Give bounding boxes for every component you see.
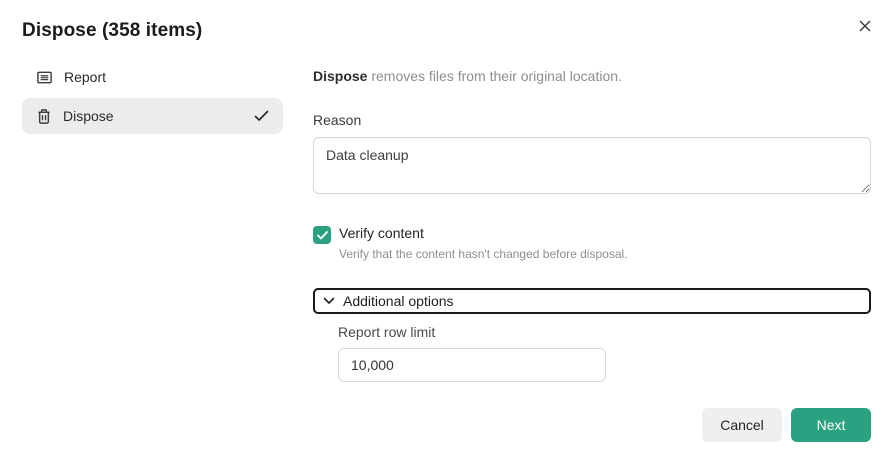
report-row-limit-label: Report row limit <box>338 324 871 340</box>
close-icon <box>858 19 872 33</box>
step-description-rest: removes files from their original locati… <box>367 68 621 84</box>
close-button[interactable] <box>853 14 877 38</box>
dialog-title: Dispose (358 items) <box>22 20 871 42</box>
verify-content-row: Verify content Verify that the content h… <box>313 225 871 261</box>
additional-options-label: Additional options <box>343 293 454 309</box>
reason-label: Reason <box>313 112 871 128</box>
report-icon <box>36 69 53 86</box>
dialog-body: Report Dispose <box>22 59 871 442</box>
sidebar-item-dispose[interactable]: Dispose <box>22 98 283 134</box>
checkmark-icon <box>254 110 269 122</box>
checkbox-check-icon <box>317 231 328 240</box>
step-description: Dispose removes files from their origina… <box>313 60 871 84</box>
reason-textarea[interactable]: Data cleanup <box>313 137 871 194</box>
dialog-content: Dispose removes files from their origina… <box>313 59 871 442</box>
report-row-limit-input[interactable] <box>338 348 606 382</box>
sidebar-item-label: Dispose <box>63 108 114 124</box>
sidebar: Report Dispose <box>22 59 283 442</box>
verify-content-label: Verify content <box>339 225 628 241</box>
additional-options-toggle[interactable]: Additional options <box>313 288 871 314</box>
dispose-dialog: Dispose (358 items) Report <box>0 0 891 453</box>
next-button[interactable]: Next <box>791 408 871 442</box>
chevron-down-icon <box>323 297 335 305</box>
sidebar-item-report[interactable]: Report <box>22 59 283 95</box>
additional-options-body: Report row limit <box>313 324 871 382</box>
dialog-footer: Cancel Next <box>313 408 871 442</box>
verify-content-description: Verify that the content hasn't changed b… <box>339 247 628 261</box>
verify-content-checkbox[interactable] <box>313 226 331 244</box>
cancel-button[interactable]: Cancel <box>702 408 782 442</box>
trash-icon <box>36 108 52 125</box>
sidebar-item-label: Report <box>64 69 106 85</box>
step-description-strong: Dispose <box>313 68 367 84</box>
